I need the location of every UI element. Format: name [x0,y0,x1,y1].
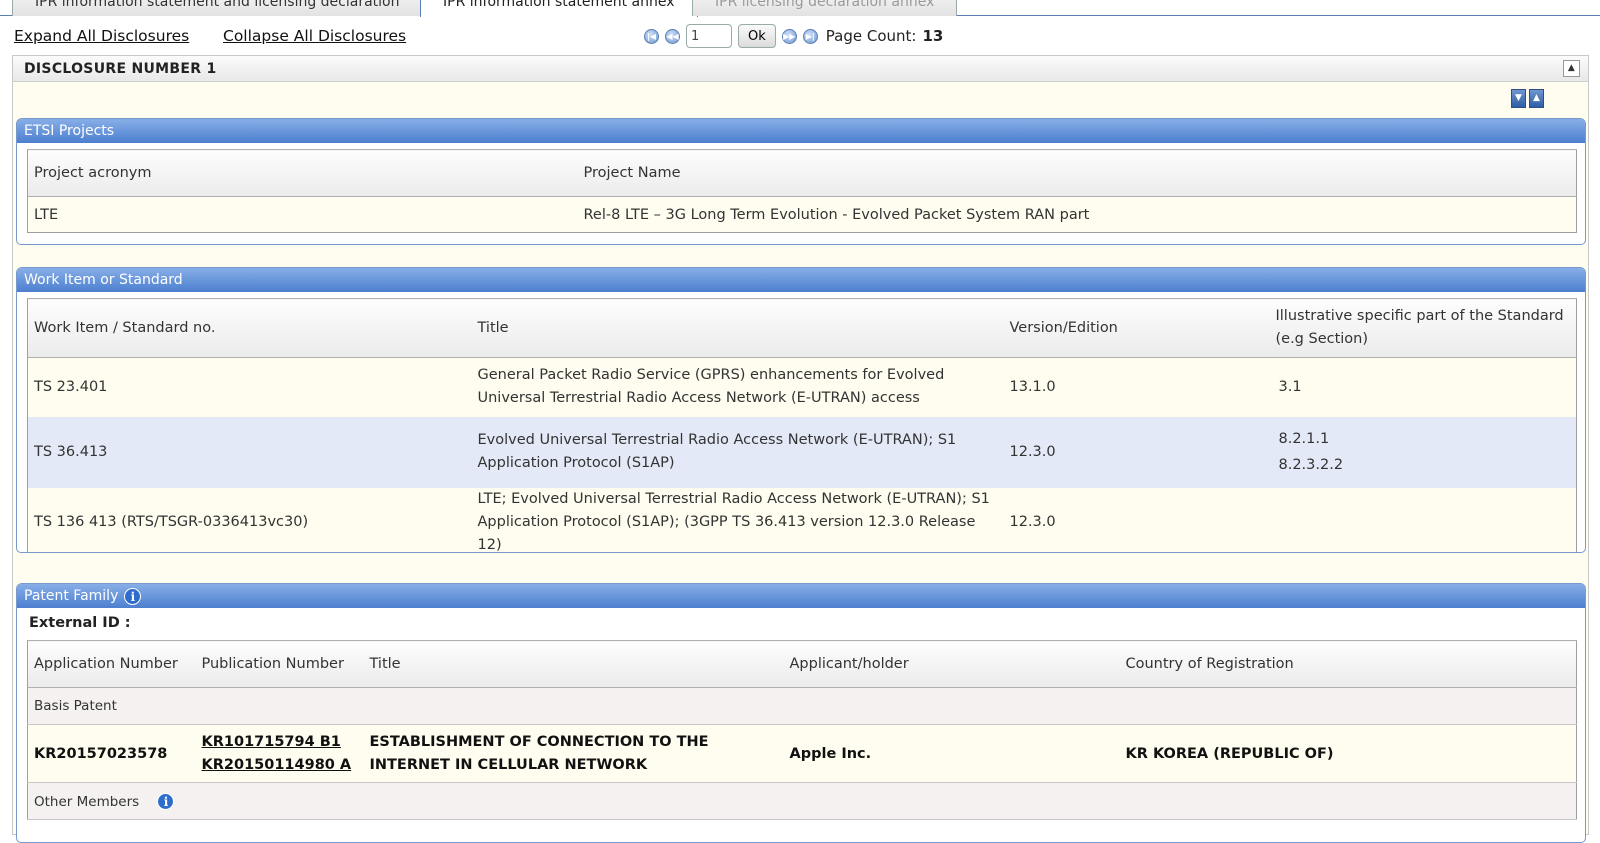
work-item-header[interactable]: Work Item or Standard [17,268,1585,292]
work-item-section-cell: 3.1 [1269,357,1577,417]
work-item-version-cell: 13.1.0 [1003,357,1270,417]
col-patent-title[interactable]: Title [363,640,784,688]
work-item-title-cell: General Packet Radio Service (GPRS) enha… [471,357,1004,417]
work-item-no-cell: TS 136 413 (RTS/TSGR-0336413vc30) [27,487,472,552]
basis-patent-group-row: Basis Patent [27,687,1577,725]
expand-all-icon[interactable]: ▼ [1511,89,1526,108]
next-page-icon[interactable]: ▶▶ [781,28,797,44]
other-members-label: Other Members [34,793,140,810]
work-item-version-cell: 12.3.0 [1003,487,1270,552]
country-cell: KR KOREA (REPUBLIC OF) [1119,724,1577,783]
etsi-projects-table: Project acronym Project Name LTE Rel-8 L… [27,149,1577,233]
col-publication-number[interactable]: Publication Number [195,640,364,688]
etsi-projects-title: ETSI Projects [24,123,115,139]
page-number-input[interactable] [686,24,732,48]
patent-title-cell: ESTABLISHMENT OF CONNECTION TO THE INTER… [363,724,784,783]
tab-statement-annex[interactable]: IPR information statement annex [420,0,698,17]
table-header-row: Project acronym Project Name [27,149,1577,197]
patent-family-title: Patent Family [24,588,119,604]
col-section[interactable]: Illustrative specific part of the Standa… [1269,298,1577,358]
section-value: 8.2.1.1 [1278,431,1330,447]
work-item-version-cell: 12.3.0 [1003,416,1270,488]
last-page-icon[interactable]: ▶| [802,28,818,44]
col-project-name[interactable]: Project Name [577,149,1577,197]
table-row: KR20157023578 KR101715794 B1 KR201501149… [27,724,1577,783]
first-page-icon[interactable]: |◀ [644,28,659,44]
pager: |◀ ◀◀ Ok ▶▶ ▶| Page Count: 13 [644,23,943,49]
ok-button[interactable]: Ok [738,24,776,48]
table-row: TS 23.401 General Packet Radio Service (… [27,357,1577,417]
other-members-cell: Other Members i [27,782,1577,820]
other-members-group-row: Other Members i [27,782,1577,820]
disclosure-title: DISCLOSURE NUMBER 1 [24,61,217,77]
work-item-section-cell: 8.2.1.1 8.2.3.2.2 [1269,416,1577,488]
tab-licensing-annex: IPR licensing declaration annex [692,0,958,16]
application-number-cell: KR20157023578 [27,724,196,783]
publication-number-cell: KR101715794 B1 KR20150114980 A [195,724,364,783]
prev-page-icon[interactable]: ◀◀ [665,28,680,44]
work-item-section-cell [1269,487,1577,552]
page-count-label: Page Count: [825,27,917,45]
patent-family-header[interactable]: Patent Family i [17,584,1585,608]
tab-statement-declaration[interactable]: IPR information statement and licensing … [12,0,423,16]
disclosure-panel: DISCLOSURE NUMBER 1 ▲ ▼ ▲ ETSI Projects … [12,55,1589,843]
project-name-cell: Rel-8 LTE – 3G Long Term Evolution - Evo… [577,196,1577,233]
col-application-number[interactable]: Application Number [27,640,196,688]
external-id-label: External ID : [29,615,131,631]
disclosure-header[interactable]: DISCLOSURE NUMBER 1 ▲ [13,56,1588,82]
table-row: LTE Rel-8 LTE – 3G Long Term Evolution -… [27,196,1577,233]
info-icon[interactable]: i [124,587,142,605]
collapse-all-icon[interactable]: ▲ [1529,89,1544,108]
table-header-row: Application Number Publication Number Ti… [27,640,1577,688]
work-item-no-cell: TS 36.413 [27,416,472,488]
col-project-acronym[interactable]: Project acronym [27,149,578,197]
work-item-title: Work Item or Standard [24,272,183,288]
toolbar: Expand All Disclosures Collapse All Disc… [0,22,1600,50]
project-acronym-cell: LTE [27,196,578,233]
col-version[interactable]: Version/Edition [1003,298,1270,358]
work-item-title-cell: LTE; Evolved Universal Terrestrial Radio… [471,487,1004,552]
table-row: TS 36.413 Evolved Universal Terrestrial … [27,416,1577,488]
work-item-section: Work Item or Standard Work Item / Standa… [16,267,1586,553]
publication-link[interactable]: KR20150114980 A [202,757,352,773]
expand-all-link[interactable]: Expand All Disclosures [14,27,189,45]
etsi-projects-header[interactable]: ETSI Projects [17,119,1585,143]
col-applicant[interactable]: Applicant/holder [783,640,1120,688]
table-header-row: Work Item / Standard no. Title Version/E… [27,298,1577,358]
work-item-table: Work Item / Standard no. Title Version/E… [27,298,1577,552]
col-country[interactable]: Country of Registration [1119,640,1577,688]
section-toggle-buttons: ▼ ▲ [1508,89,1544,108]
publication-link[interactable]: KR101715794 B1 [202,734,341,750]
col-title[interactable]: Title [471,298,1004,358]
work-item-title-cell: Evolved Universal Terrestrial Radio Acce… [471,416,1004,488]
collapse-up-icon[interactable]: ▲ [1563,60,1580,77]
patent-family-section: Patent Family i External ID : Applicatio… [16,583,1586,843]
basis-patent-label: Basis Patent [27,687,1577,725]
tab-bar: IPR information statement and licensing … [0,0,1600,17]
section-value: 8.2.3.2.2 [1278,457,1344,473]
applicant-cell: Apple Inc. [783,724,1120,783]
section-value: 3.1 [1278,379,1302,396]
table-row: TS 136 413 (RTS/TSGR-0336413vc30) LTE; E… [27,487,1577,552]
page-count: 13 [922,27,944,45]
etsi-projects-section: ETSI Projects Project acronym Project Na… [16,118,1586,245]
col-work-item-no[interactable]: Work Item / Standard no. [27,298,472,358]
work-item-no-cell: TS 23.401 [27,357,472,417]
collapse-all-link[interactable]: Collapse All Disclosures [223,27,406,45]
patent-family-table: Application Number Publication Number Ti… [27,640,1577,820]
info-icon[interactable]: i [157,792,175,810]
